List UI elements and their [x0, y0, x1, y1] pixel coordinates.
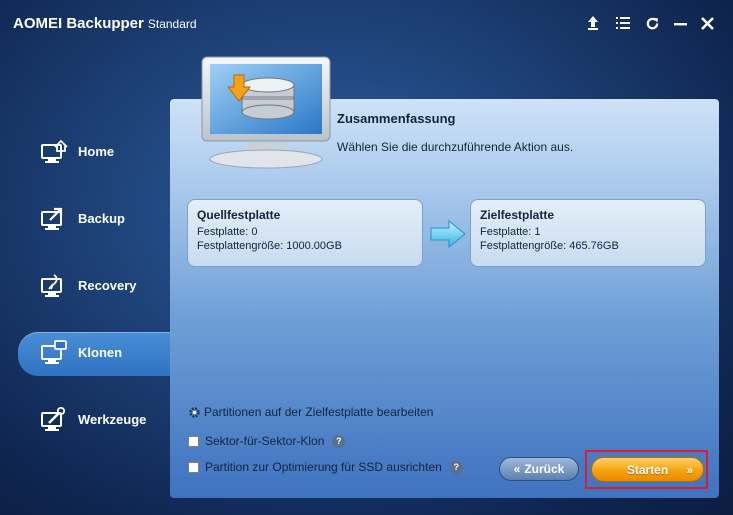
backup-icon	[40, 206, 68, 232]
help-icon[interactable]: ?	[332, 434, 346, 448]
sidebar-item-label: Klonen	[78, 345, 123, 360]
minimize-icon[interactable]	[669, 12, 691, 34]
sidebar-item-klonen[interactable]: Klonen	[18, 332, 173, 376]
edit-partitions-option[interactable]: Partitionen auf der Zielfestplatte bearb…	[188, 405, 433, 419]
back-button[interactable]: « Zurück	[499, 457, 579, 481]
page-title: Zusammenfassung	[337, 111, 456, 126]
home-icon	[40, 139, 68, 165]
ssd-align-label: Partition zur Optimierung für SSD ausric…	[205, 460, 442, 474]
start-button-label: Starten	[626, 462, 669, 477]
arrow-right-icon	[430, 219, 466, 249]
upgrade-icon[interactable]	[582, 12, 604, 34]
menu-icon[interactable]	[612, 12, 634, 34]
app-name: AOMEI Backupper	[13, 15, 144, 32]
start-button[interactable]: Starten »	[591, 457, 704, 482]
back-button-label: Zurück	[524, 462, 565, 476]
sector-by-sector-label: Sektor-für-Sektor-Klon	[205, 434, 325, 448]
sidebar-item-label: Backup	[78, 211, 125, 226]
source-disk-size: Festplattengröße: 1000.00GB	[197, 240, 342, 252]
title-bar: AOMEI Backupper Standard	[0, 0, 733, 48]
chevron-left-icon: «	[513, 462, 521, 476]
destination-disk-size: Festplattengröße: 465.76GB	[480, 240, 619, 252]
page-subtitle: Wählen Sie die durchzuführende Aktion au…	[337, 140, 574, 154]
sidebar-item-home[interactable]: Home	[18, 131, 170, 175]
source-disk-heading: Quellfestplatte	[197, 208, 281, 222]
ssd-align-checkbox[interactable]	[188, 461, 199, 473]
app-title: AOMEI Backupper Standard	[13, 15, 197, 32]
destination-disk-number: Festplatte: 1	[480, 226, 541, 238]
destination-disk-heading: Zielfestplatte	[480, 208, 555, 222]
sidebar-item-recovery[interactable]: Recovery	[18, 265, 170, 309]
clone-icon	[40, 340, 68, 366]
sidebar-item-label: Home	[78, 144, 115, 159]
source-disk-number: Festplatte: 0	[197, 226, 258, 238]
source-disk-card: Quellfestplatte Festplatte: 0 Festplatte…	[187, 199, 423, 267]
tools-icon	[40, 406, 68, 433]
edit-partitions-link[interactable]: Partitionen auf der Zielfestplatte bearb…	[204, 405, 433, 419]
refresh-icon[interactable]	[641, 12, 663, 34]
ssd-align-option[interactable]: Partition zur Optimierung für SSD ausric…	[188, 460, 463, 474]
help-icon[interactable]: ?	[449, 460, 463, 474]
sector-by-sector-checkbox[interactable]	[188, 435, 199, 447]
app-edition: Standard	[147, 17, 197, 31]
sidebar-item-label: Recovery	[78, 278, 137, 293]
sidebar-item-werkzeuge[interactable]: Werkzeuge	[18, 399, 170, 443]
disk-monitor-icon	[196, 55, 336, 170]
gear-icon	[188, 406, 201, 419]
close-icon[interactable]	[696, 12, 718, 34]
sector-by-sector-option[interactable]: Sektor-für-Sektor-Klon ?	[188, 434, 346, 448]
destination-disk-card: Zielfestplatte Festplatte: 1 Festplatten…	[470, 199, 706, 267]
sidebar-item-backup[interactable]: Backup	[18, 198, 170, 242]
sidebar-item-label: Werkzeuge	[78, 412, 147, 427]
recovery-icon	[40, 273, 68, 299]
chevron-right-icon: »	[686, 463, 693, 477]
